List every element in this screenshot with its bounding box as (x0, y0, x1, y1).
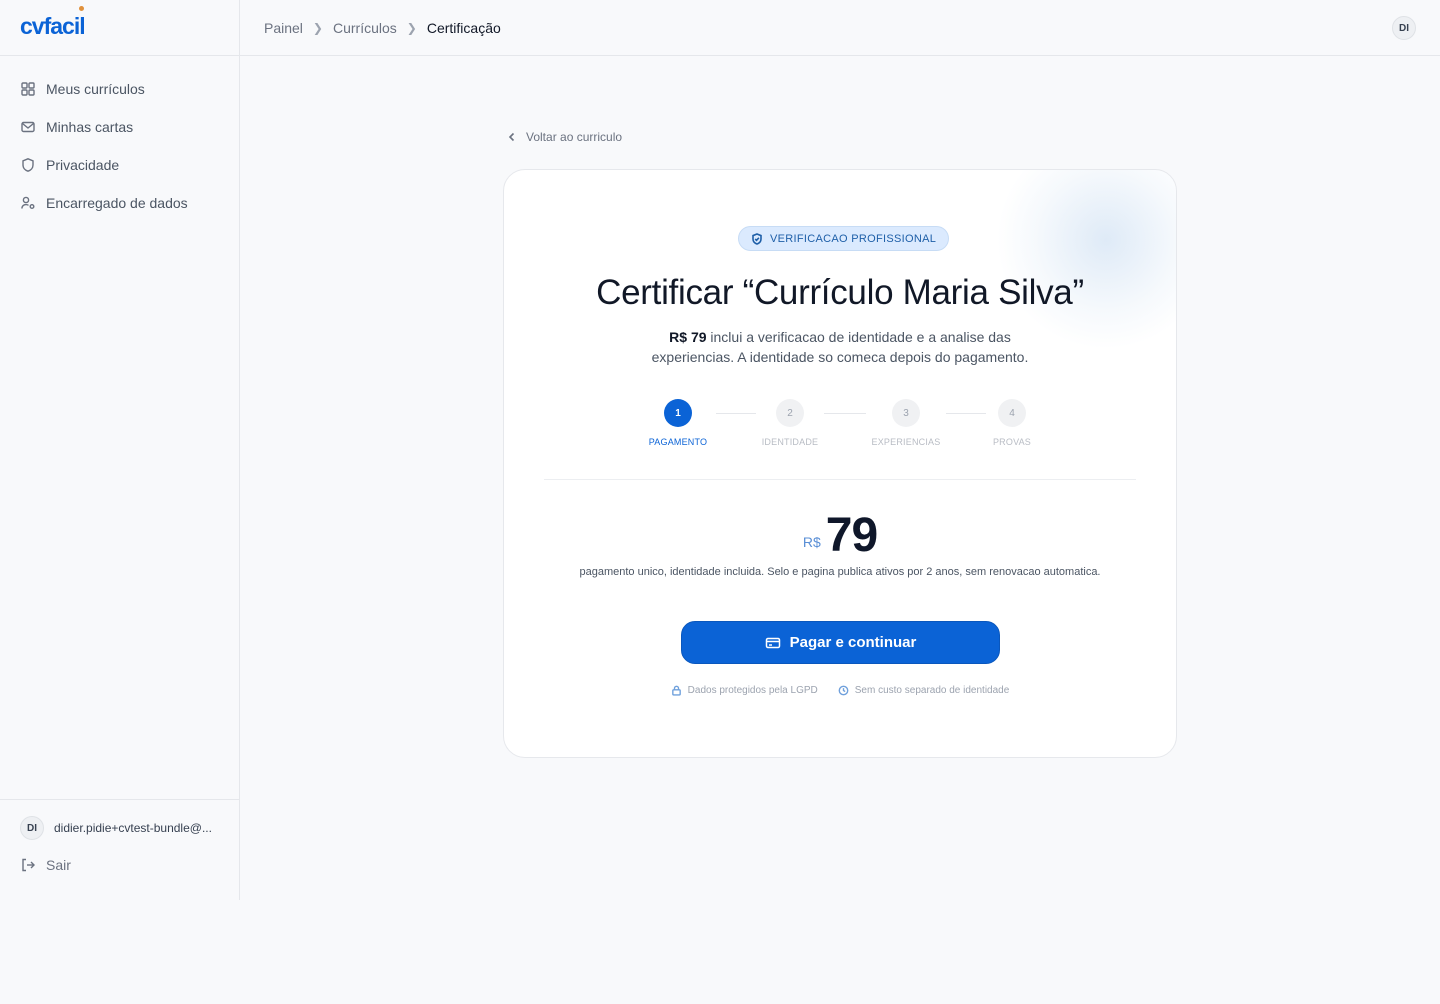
step-label: PAGAMENTO (648, 437, 708, 447)
logout-button[interactable]: Sair (0, 857, 239, 873)
sidebar-item-minhas-cartas[interactable]: Minhas cartas (0, 108, 239, 146)
step-number: 1 (664, 399, 692, 427)
breadcrumb-curriculos[interactable]: Currículos (333, 20, 397, 36)
breadcrumb-current: Certificação (426, 19, 501, 36)
sidebar-item-label: Minhas cartas (46, 119, 134, 135)
footnote-lgpd: Dados protegidos pela LGPD (671, 685, 818, 696)
mail-icon (21, 121, 35, 133)
breadcrumb-painel[interactable]: Painel (264, 20, 303, 36)
badge-label: VERIFICACAO PROFISSIONAL (770, 232, 937, 245)
footnote-cost: Sem custo separado de identidade (838, 685, 1010, 696)
chevron-right-icon: ❯ (406, 20, 417, 35)
pay-button-label: Pagar e continuar (789, 634, 917, 651)
logo-dot (79, 6, 84, 11)
chevron-right-icon: ❯ (312, 20, 323, 35)
step-provas[interactable]: 4 PROVAS (962, 399, 1062, 447)
description-price: R$ 79 (669, 329, 707, 345)
step-number: 2 (776, 399, 804, 427)
description: R$ 79 inclui a verificacao de identidade… (504, 327, 1176, 367)
sidebar-item-label: Meus currículos (46, 81, 145, 97)
logo-area: cvfacil (0, 0, 239, 56)
avatar: DI (20, 816, 44, 840)
chevron-left-icon (508, 132, 515, 142)
card-decoration (996, 170, 1176, 350)
footnote-cost-label: Sem custo separado de identidade (854, 685, 1010, 696)
shield-icon (22, 158, 34, 172)
sidebar-item-label: Encarregado de dados (46, 195, 188, 211)
description-line2: experiencias. A identidade so comeca dep… (651, 349, 1029, 365)
description-line1: inclui a verificacao de identidade e a a… (706, 329, 1011, 345)
breadcrumb: Painel ❯ Currículos ❯ Certificação (264, 20, 501, 36)
logo[interactable]: cvfacil (20, 13, 86, 40)
page-title: Certificar “Currículo Maria Silva” (596, 273, 1084, 312)
back-link-label: Voltar ao curriculo (526, 130, 623, 144)
footnote-lgpd-label: Dados protegidos pela LGPD (687, 685, 818, 696)
credit-card-icon (765, 637, 780, 648)
sidebar-footer: DI didier.pidie+cvtest-bundle@... Sair (0, 799, 239, 900)
step-number: 4 (998, 399, 1026, 427)
user-avatar-button[interactable]: DI (1392, 16, 1416, 40)
sidebar-nav: Meus currículos Minhas cartas Privacidad… (0, 56, 239, 222)
logout-icon (22, 858, 35, 872)
price-display: R$ 79 (504, 508, 1176, 563)
price-currency: R$ (802, 534, 821, 550)
user-gear-icon (21, 196, 35, 209)
sidebar-item-encarregado[interactable]: Encarregado de dados (0, 184, 239, 222)
user-email: didier.pidie+cvtest-bundle@... (54, 821, 212, 835)
step-number: 3 (892, 399, 920, 427)
top-header: Painel ❯ Currículos ❯ Certificação DI (240, 0, 1440, 56)
sidebar: cvfacil Meus currículos Minhas cartas Pr… (0, 0, 240, 900)
lock-icon (671, 685, 681, 696)
step-label: IDENTIDADE (761, 437, 819, 447)
step-experiencias[interactable]: 3 EXPERIENCIAS (856, 399, 956, 447)
stepper: 1 PAGAMENTO 2 IDENTIDADE 3 EXPERIENCIAS … (504, 399, 1176, 459)
footnotes: Dados protegidos pela LGPD Sem custo sep… (504, 685, 1176, 696)
divider (544, 479, 1136, 480)
verification-badge: VERIFICACAO PROFISSIONAL (738, 226, 950, 251)
grid-icon (21, 82, 35, 96)
price-note: pagamento unico, identidade incluida. Se… (579, 566, 1101, 578)
certification-card: VERIFICACAO PROFISSIONAL Certificar “Cur… (503, 169, 1177, 758)
step-pagamento[interactable]: 1 PAGAMENTO (628, 399, 728, 447)
clock-icon (838, 685, 849, 696)
shield-check-icon (752, 232, 762, 245)
back-link[interactable]: Voltar ao curriculo (507, 130, 622, 144)
step-label: PROVAS (992, 437, 1032, 447)
logout-label: Sair (46, 857, 71, 873)
sidebar-item-meus-curriculos[interactable]: Meus currículos (0, 70, 239, 108)
sidebar-item-label: Privacidade (46, 157, 120, 173)
pay-continue-button[interactable]: Pagar e continuar (681, 621, 1000, 664)
step-identidade[interactable]: 2 IDENTIDADE (740, 399, 840, 447)
sidebar-item-privacidade[interactable]: Privacidade (0, 146, 239, 184)
price-value: 79 (825, 509, 878, 562)
user-account[interactable]: DI didier.pidie+cvtest-bundle@... (0, 800, 239, 840)
step-label: EXPERIENCIAS (871, 437, 941, 447)
